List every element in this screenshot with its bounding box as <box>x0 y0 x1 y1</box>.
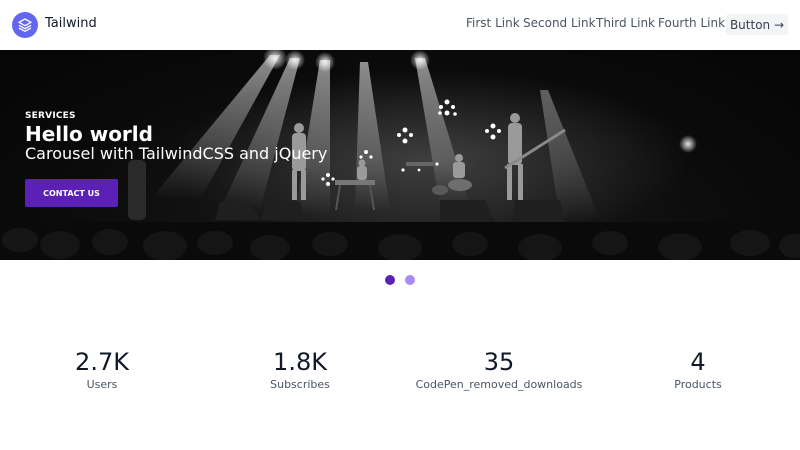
header-button[interactable]: Button → <box>726 14 788 35</box>
contact-us-button[interactable]: CONTACT US <box>25 179 118 207</box>
carousel-dot-2[interactable] <box>405 275 415 285</box>
stat-label: Products <box>674 378 722 391</box>
stat-value: 35 <box>483 348 515 376</box>
nav-link-fourth[interactable]: Fourth Link <box>658 16 725 30</box>
stat-value: 4 <box>690 348 706 376</box>
hero-title: Hello world <box>25 122 153 146</box>
stat-value: 2.7K <box>75 348 129 376</box>
site-header: Tailwind First Link Second Link Third Li… <box>0 0 800 50</box>
brand-name[interactable]: Tailwind <box>45 16 97 31</box>
hero-eyebrow: SERVICES <box>25 111 76 121</box>
nav-link-second[interactable]: Second Link <box>523 16 596 30</box>
nav-link-third[interactable]: Third Link <box>596 16 655 30</box>
stat-label: Subscribes <box>270 378 330 391</box>
nav-link-first[interactable]: First Link <box>466 16 520 30</box>
stat-downloads: 35 CodePen_removed_downloads <box>399 348 599 391</box>
stat-label: CodePen_removed_downloads <box>415 378 583 391</box>
stat-products: 4 Products <box>598 348 798 391</box>
stat-label: Users <box>86 378 118 391</box>
hero-subtitle: Carousel with TailwindCSS and jQuery <box>25 144 328 163</box>
layers-icon[interactable] <box>12 12 38 38</box>
stat-value: 1.8K <box>273 348 327 376</box>
carousel-dot-1[interactable] <box>385 275 395 285</box>
hero-carousel: SERVICES Hello world Carousel with Tailw… <box>0 50 800 260</box>
stat-users: 2.7K Users <box>2 348 202 391</box>
stat-subscribes: 1.8K Subscribes <box>200 348 400 391</box>
